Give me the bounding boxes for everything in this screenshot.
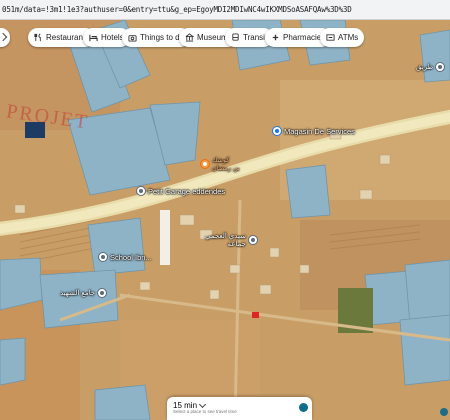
pill-icon <box>272 34 279 41</box>
travel-time-card[interactable]: 15 min Select a place to see travel time <box>167 397 312 420</box>
satellite-map[interactable]: PROJET Magasin De Services كوشك بن رمضان… <box>0 20 450 420</box>
place-sidi[interactable]: سيدي العجمي جماعة <box>205 232 258 248</box>
travel-toggle[interactable] <box>299 403 308 412</box>
place-mosque[interactable]: جامع الشهيد <box>60 288 108 298</box>
place-label: طريق <box>416 64 434 71</box>
camera-icon <box>128 35 137 42</box>
url-text: 051m/data=!3m1!1e3?authuser=0&entry=ttu&… <box>2 5 352 14</box>
place-label: كوشك بن رمضان <box>212 157 240 172</box>
chip-label: ATMs <box>338 33 359 42</box>
atm-icon <box>326 34 335 41</box>
place-top-right[interactable]: طريق <box>416 62 446 72</box>
bed-icon <box>89 34 98 42</box>
address-bar[interactable]: 051m/data=!3m1!1e3?authuser=0&entry=ttu&… <box>0 0 450 20</box>
place-label: سيدي العجمي جماعة <box>205 233 246 248</box>
place-koshk[interactable]: كوشك بن رمضان <box>200 156 240 172</box>
category-chips: Restaurants Hotels Things to do Museums … <box>0 28 450 48</box>
map-imagery <box>0 20 450 420</box>
place-label: School Ibn... <box>110 252 152 262</box>
restaurant-pin-icon <box>200 159 210 169</box>
place-magasin[interactable]: Magasin De Services <box>272 126 355 136</box>
place-garage[interactable]: Petit Garage eddendes <box>136 186 225 196</box>
chip-atms[interactable]: ATMs <box>320 28 365 47</box>
museum-icon <box>185 33 194 42</box>
fork-knife-icon <box>34 33 41 42</box>
mosque-pin-icon <box>247 235 258 245</box>
place-pin-icon <box>435 62 446 72</box>
place-school[interactable]: School Ibn... <box>98 252 152 262</box>
place-label: Magasin De Services <box>284 126 355 136</box>
travel-hint: Select a place to see travel time <box>173 409 237 415</box>
chip-label: Hotels <box>101 33 124 42</box>
school-pin-icon <box>98 252 108 262</box>
mosque-pin-icon <box>97 288 108 298</box>
garage-pin-icon <box>136 186 146 196</box>
place-label: Petit Garage eddendes <box>148 186 226 196</box>
chip-label: Pharmacies <box>283 33 326 42</box>
shop-pin-icon <box>272 126 282 136</box>
chip-label: Things to do <box>140 33 185 42</box>
chevron-down-icon <box>198 400 207 409</box>
selected-location-marker[interactable] <box>252 312 259 318</box>
map-layer-dot-icon[interactable] <box>440 408 448 416</box>
chip-label: Transit <box>243 33 268 42</box>
place-label: جامع الشهيد <box>60 290 96 297</box>
bus-icon <box>232 33 239 41</box>
